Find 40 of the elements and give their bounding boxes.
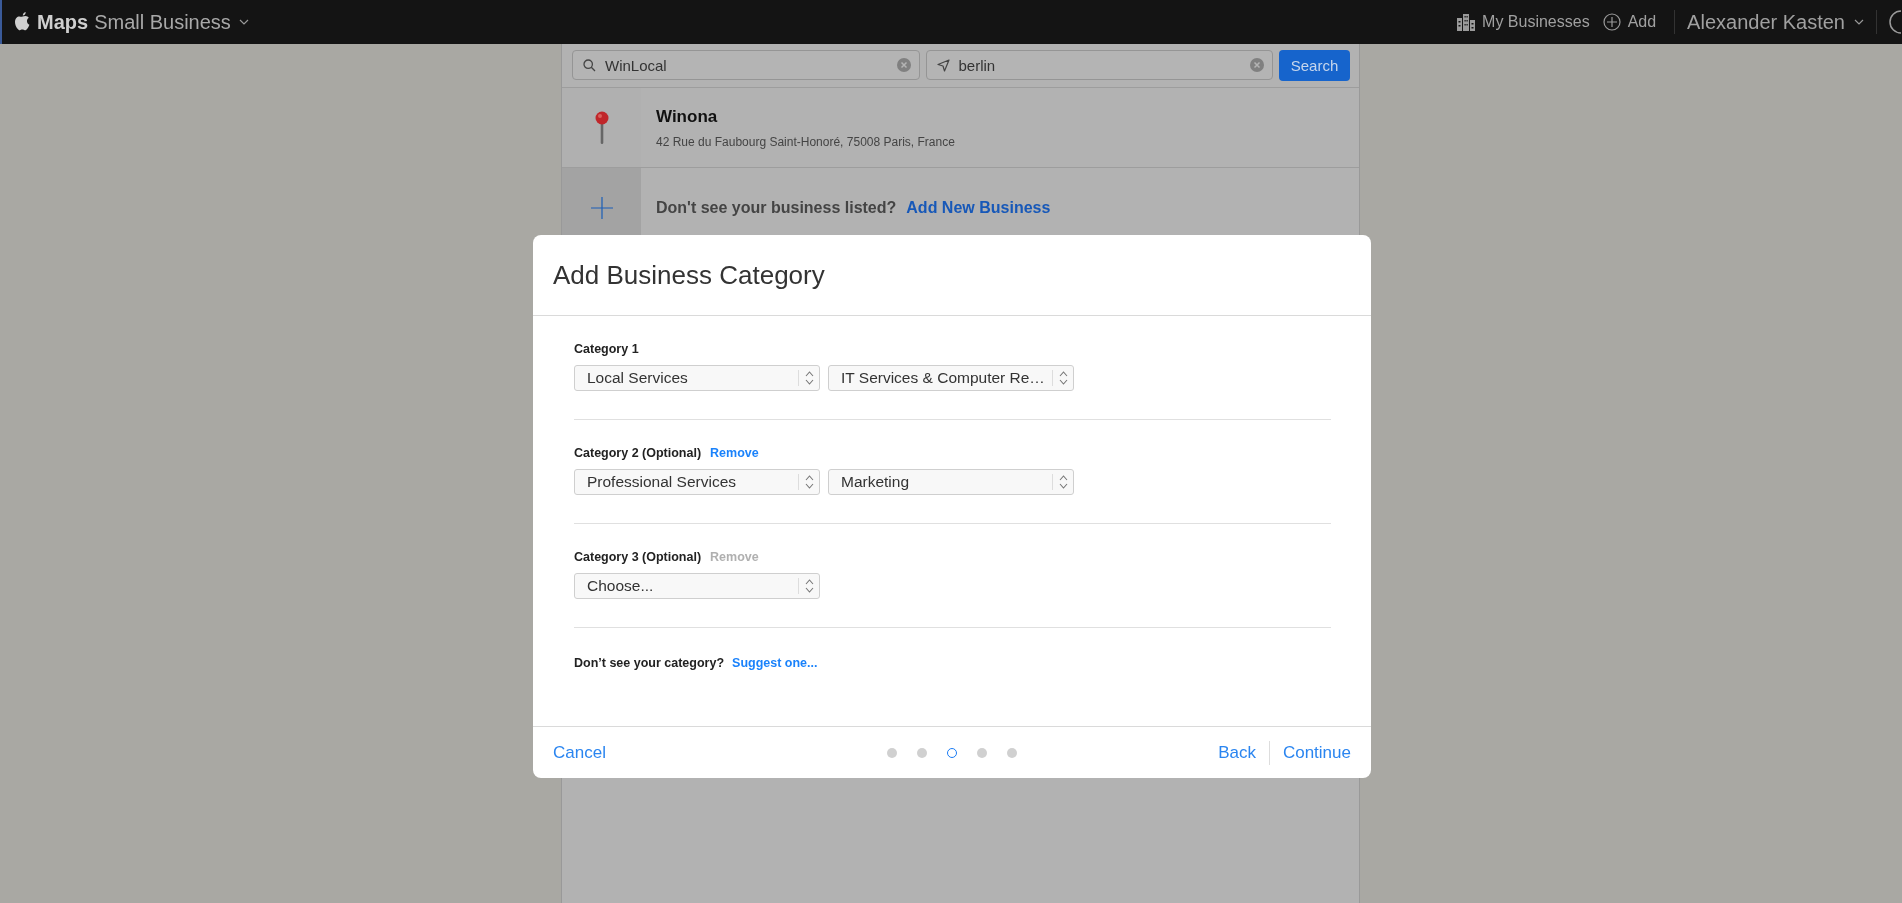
updown-icon: [804, 475, 814, 489]
map-pin-icon: [594, 110, 609, 145]
location-field[interactable]: berlin: [925, 50, 1273, 80]
user-menu[interactable]: Alexander Kasten: [1687, 10, 1845, 34]
continue-button[interactable]: Continue: [1282, 742, 1351, 763]
remove-link: Remove: [710, 550, 759, 564]
updown-icon: [804, 579, 814, 593]
category-select[interactable]: Choose...: [574, 573, 820, 599]
category-label: Category 1: [574, 342, 639, 356]
nav-link[interactable]: Add: [1627, 13, 1657, 31]
remove-link[interactable]: Remove: [710, 446, 759, 460]
category-select[interactable]: Local Services: [574, 365, 820, 391]
buildings-icon[interactable]: [1457, 13, 1476, 31]
category-select[interactable]: Professional Services: [574, 469, 820, 495]
dialog-title: Add Business Category: [553, 259, 825, 291]
location-arrow-icon: [936, 58, 950, 72]
search-button[interactable]: Search: [1279, 50, 1350, 81]
brand-name[interactable]: Maps: [37, 10, 89, 34]
updown-icon: [1058, 371, 1068, 385]
business-address: 42 Rue du Faubourg Saint-Honoré, 75008 Paris, France: [656, 134, 955, 149]
search-field[interactable]: WinLocal: [572, 50, 920, 80]
back-button[interactable]: Back: [1218, 742, 1256, 763]
suggest-link[interactable]: Suggest one...: [732, 656, 818, 670]
updown-icon: [1058, 475, 1068, 489]
apple-icon: [14, 10, 31, 31]
category-label: Category 3 (Optional): [574, 550, 702, 564]
updown-icon: [804, 371, 814, 385]
nav-link[interactable]: My Businesses: [1482, 13, 1590, 31]
category-select[interactable]: IT Services & Computer Re…: [828, 365, 1074, 391]
category-select[interactable]: Marketing: [828, 469, 1074, 495]
chevron-icon[interactable]: [238, 19, 249, 25]
business-name[interactable]: Winona: [656, 106, 955, 127]
add-icon[interactable]: [1602, 13, 1621, 31]
suggest-text: Don’t see your category?: [574, 656, 725, 670]
search-icon: [583, 58, 596, 72]
product-name[interactable]: Small Business: [94, 10, 231, 34]
prompt-text: Don't see your business listed?: [656, 198, 897, 217]
chevron-icon[interactable]: [1854, 19, 1864, 25]
cancel-button[interactable]: Cancel: [553, 742, 606, 763]
category-label: Category 2 (Optional): [574, 446, 702, 460]
